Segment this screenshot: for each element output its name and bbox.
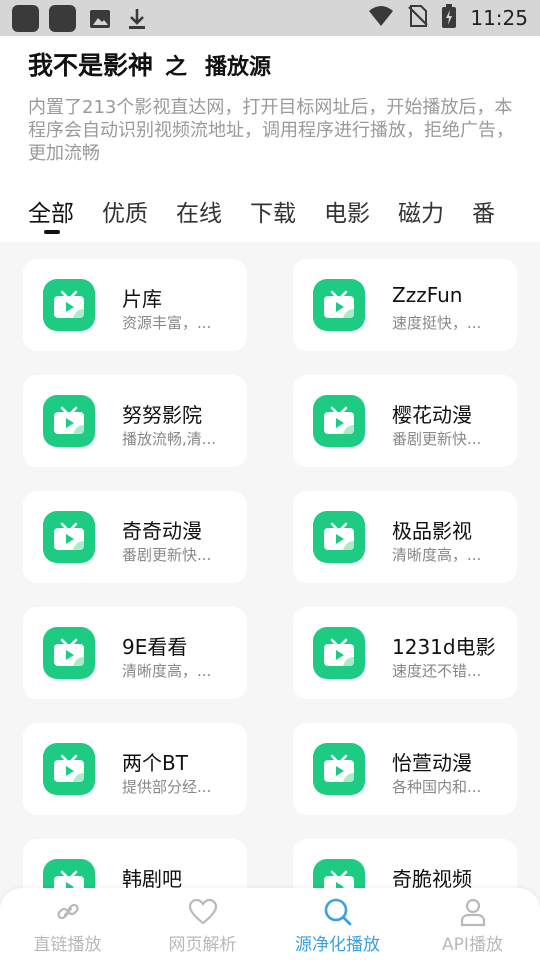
source-desc: 速度还不错... — [392, 662, 482, 680]
tv-icon — [313, 743, 365, 795]
header: 我不是影神 之 播放源 内置了213个影视直达网，打开目标网址后，开始播放后，本… — [0, 36, 540, 242]
tab-download[interactable]: 下载 — [250, 194, 296, 228]
download-icon — [123, 5, 150, 32]
source-card[interactable]: ZzzFun 速度挺快，... — [293, 259, 517, 351]
nav-label: 直链播放 — [33, 935, 102, 955]
bottom-nav: 直链播放 网页解析 源净化播放 API播放 — [0, 888, 540, 960]
status-left-icons — [12, 5, 150, 32]
category-tabs: 全部 优质 在线 下载 电影 磁力 番 — [28, 194, 523, 234]
source-desc: 提供部分经... — [122, 778, 212, 796]
title-joiner: 之 — [165, 55, 188, 80]
source-name: 片库 — [122, 287, 162, 311]
wifi-icon — [368, 5, 394, 31]
tab-movie[interactable]: 电影 — [324, 194, 370, 228]
tv-icon — [43, 511, 95, 563]
title-main: 我不是影神 — [28, 51, 154, 80]
tv-icon — [43, 279, 95, 331]
source-name: 1231d电影 — [392, 635, 496, 659]
nav-web-parse[interactable]: 网页解析 — [135, 888, 270, 960]
tv-icon — [313, 511, 365, 563]
tab-all[interactable]: 全部 — [28, 194, 74, 234]
source-card[interactable]: 9E看看 清晰度高，... — [23, 607, 247, 699]
app-icon — [12, 5, 39, 32]
source-desc: 清晰度高，... — [122, 662, 212, 680]
tv-icon — [313, 627, 365, 679]
source-card[interactable]: 樱花动漫 番剧更新快... — [293, 375, 517, 467]
source-name: 樱花动漫 — [392, 403, 472, 427]
nav-label: 网页解析 — [168, 935, 237, 955]
tab-online[interactable]: 在线 — [176, 194, 222, 228]
nav-direct-play[interactable]: 直链播放 — [0, 888, 135, 960]
battery-charging-icon — [442, 4, 457, 32]
tab-quality[interactable]: 优质 — [102, 194, 148, 228]
source-name: 奇奇动漫 — [122, 519, 202, 543]
source-card[interactable]: 两个BT 提供部分经... — [23, 723, 247, 815]
source-card[interactable]: 极品影视 清晰度高，... — [293, 491, 517, 583]
page-description: 内置了213个影视直达网，打开目标网址后，开始播放后，本程序会自动识别视频流地址… — [28, 97, 514, 164]
heart-icon — [188, 896, 218, 928]
source-card[interactable]: 片库 资源丰富，... — [23, 259, 247, 351]
image-icon — [86, 5, 113, 32]
source-name: 怡萱动漫 — [392, 751, 472, 775]
app-icon — [49, 5, 76, 32]
source-desc: 番剧更新快... — [392, 430, 482, 448]
source-desc: 各种国内和... — [392, 778, 482, 796]
no-sim-icon — [408, 4, 429, 32]
source-desc: 播放流畅,清... — [122, 430, 217, 448]
tv-icon — [43, 627, 95, 679]
source-name: ZzzFun — [392, 283, 463, 307]
title-sub: 播放源 — [205, 55, 272, 80]
search-icon — [323, 896, 353, 928]
source-name: 努努影院 — [122, 403, 202, 427]
source-desc: 番剧更新快... — [122, 546, 212, 564]
source-desc: 清晰度高，... — [392, 546, 482, 564]
tv-icon — [43, 743, 95, 795]
link-icon — [54, 896, 82, 928]
tab-magnet[interactable]: 磁力 — [398, 194, 444, 228]
source-card[interactable]: 奇奇动漫 番剧更新快... — [23, 491, 247, 583]
tv-icon — [43, 395, 95, 447]
nav-label: 源净化播放 — [295, 935, 380, 955]
tv-icon — [313, 279, 365, 331]
source-name: 9E看看 — [122, 635, 188, 659]
source-desc: 速度挺快，... — [392, 314, 482, 332]
source-desc: 资源丰富，... — [122, 314, 212, 332]
tv-icon — [313, 395, 365, 447]
nav-label: API播放 — [442, 935, 503, 955]
clock-time: 11:25 — [470, 6, 528, 30]
source-card[interactable]: 努努影院 播放流畅,清... — [23, 375, 247, 467]
source-name: 极品影视 — [392, 519, 472, 543]
nav-api-play[interactable]: API播放 — [405, 888, 540, 960]
user-icon — [459, 896, 487, 928]
status-bar: 11:25 — [0, 0, 540, 36]
page-title: 我不是影神 之 播放源 — [28, 46, 271, 82]
nav-source-clean-play[interactable]: 源净化播放 — [270, 888, 405, 960]
source-card[interactable]: 怡萱动漫 各种国内和... — [293, 723, 517, 815]
source-name: 两个BT — [122, 751, 188, 775]
source-card[interactable]: 1231d电影 速度还不错... — [293, 607, 517, 699]
tab-anime[interactable]: 番 — [472, 194, 495, 228]
